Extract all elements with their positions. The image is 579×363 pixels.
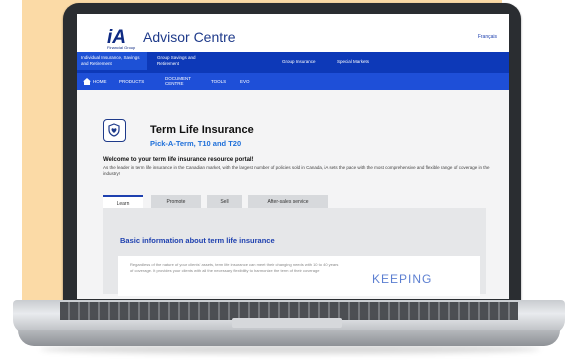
tab-sell[interactable]: Sell (207, 195, 242, 208)
tab-promote[interactable]: Promote (151, 195, 201, 208)
page-title: Term Life Insurance (150, 124, 254, 136)
product-badge (103, 119, 126, 142)
primary-nav-group-insurance[interactable]: Group Insurance (282, 59, 316, 65)
intro-text: As the leader in term life insurance in … (103, 165, 490, 176)
language-link[interactable]: Français (478, 34, 497, 40)
nav-document-centre[interactable]: DOCUMENT CENTRE (165, 76, 193, 86)
tab-after-sales[interactable]: After-sales service (248, 195, 328, 208)
site-header: iA Financial Group Advisor Centre França… (77, 14, 509, 52)
laptop-trackpad (232, 318, 342, 328)
card-hero-text: KEEPING (372, 272, 433, 286)
home-icon[interactable] (83, 78, 91, 85)
primary-nav-individual[interactable]: Individual Insurance, Savings and Retire… (77, 52, 147, 70)
page-subtitle: Pick-A-Term, T10 and T20 (150, 139, 242, 148)
welcome-heading: Welcome to your term life insurance reso… (103, 157, 254, 163)
nav-tools[interactable]: TOOLS (211, 79, 226, 84)
laptop-base-bottom (18, 330, 560, 346)
tab-learn[interactable]: Learn (103, 195, 143, 208)
primary-nav-group-savings[interactable]: Group Savings and Retirement (157, 55, 217, 67)
heart-shield-icon (108, 123, 120, 137)
logo-subtext: Financial Group (107, 45, 136, 50)
site-title: Advisor Centre (143, 29, 236, 45)
card-body: Regardless of the nature of your clients… (130, 262, 339, 273)
nav-products[interactable]: PRODUCTS (119, 79, 144, 84)
primary-nav: Individual Insurance, Savings and Retire… (77, 52, 509, 73)
primary-nav-special-markets[interactable]: Special Markets (337, 59, 369, 65)
nav-evo[interactable]: EVO (240, 79, 250, 84)
panel-title: Basic information about term life insura… (120, 236, 275, 245)
secondary-nav: HOME PRODUCTS DOCUMENT CENTRE TOOLS EVO (77, 73, 509, 90)
nav-home[interactable]: HOME (93, 79, 107, 84)
